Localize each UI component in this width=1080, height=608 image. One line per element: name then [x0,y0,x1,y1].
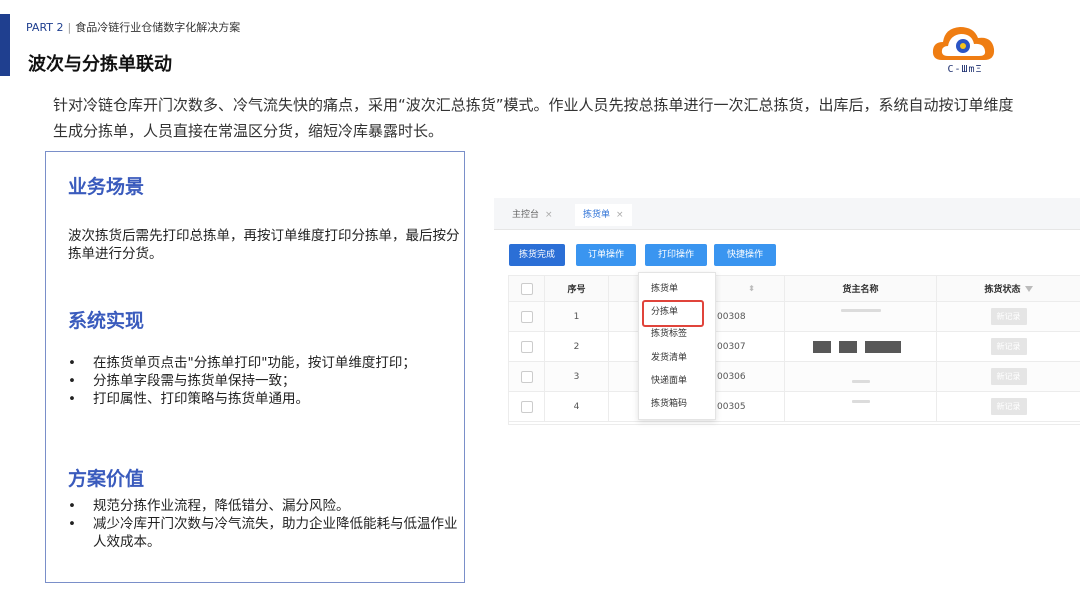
order-code: 00306 [717,371,746,382]
menu-item-picking-list[interactable]: 拣货单 [639,279,717,299]
row-checkbox[interactable] [520,310,533,323]
row-checkbox[interactable] [520,340,533,353]
select-all-cell [509,276,545,301]
row-select [509,392,545,421]
accent-bar [0,14,10,76]
deck-subtitle: 食品冷链行业仓储数字化解决方案 [75,21,241,34]
redacted-block [812,340,831,353]
print-operations-button[interactable]: 打印操作 [645,244,707,266]
redacted-block [838,340,857,353]
tab-bar: 主控台 × 拣货单 × [494,198,1080,230]
order-code: 00305 [717,401,746,412]
breadcrumb: PART 2 | 食品冷链行业仓储数字化解决方案 [26,19,240,35]
select-all-checkbox[interactable] [520,282,533,295]
logo-text: C-ШmΞ [947,64,983,75]
row-seq: 2 [545,332,609,361]
status-badge: 新记录 [990,398,1027,415]
blurred-text [851,400,870,403]
menu-item-shipping-list[interactable]: 发货清单 [639,348,717,368]
filter-icon[interactable] [1024,285,1033,292]
row-seq: 3 [545,362,609,391]
scenario-text: 波次拣货后需先打印总拣单，再按订单维度打印分拣单，最后按分拣单进行分货。 [68,228,460,262]
list-item: 分拣单字段需与拣货单保持一致； [68,372,463,390]
tab-picking-order[interactable]: 拣货单 × [575,204,632,226]
highlight-box [642,300,704,327]
separator: | [67,21,72,34]
part-label: PART 2 [26,21,64,34]
info-card: 业务场景 波次拣货后需先打印总拣单，再按订单维度打印分拣单，最后按分拣单进行分货… [45,151,465,583]
cloud-logo-icon [932,27,995,60]
close-icon[interactable]: × [616,210,624,220]
order-code: 00307 [717,341,746,352]
table-row[interactable]: 3 00306 新记录 [509,362,1080,392]
row-select [509,332,545,361]
sort-icon[interactable]: ⬍ [748,284,755,293]
row-status: 新记录 [937,332,1080,361]
row-status: 新记录 [937,392,1080,421]
row-checkbox[interactable] [520,400,533,413]
menu-item-express-waybill[interactable]: 快递面单 [639,371,717,391]
quick-operations-button[interactable]: 快捷操作 [714,244,776,266]
list-item: 规范分拣作业流程，降低错分、漏分风险。 [68,497,463,515]
page-title: 波次与分拣单联动 [28,54,172,75]
intro-paragraph: 针对冷链仓库开门次数多、冷气流失快的痛点，采用“波次汇总拣货”模式。作业人员先按… [53,96,1014,140]
table-row[interactable]: 4 00305 新记录 [509,392,1080,422]
status-badge: 新记录 [990,308,1027,325]
row-owner [785,392,937,421]
picking-table: 序号 ⬍ 货主名称 拣货状态 1 00308 新记录 2 00307 新记录 3… [508,275,1080,425]
order-operations-button[interactable]: 订单操作 [576,244,636,266]
list-item: 在拣货单页点击"分拣单打印"功能，按订单维度打印； [68,354,463,372]
column-status-label: 拣货状态 [984,285,1021,295]
menu-item-picking-label[interactable]: 拣货标签 [639,324,717,344]
blurred-text [851,380,870,383]
value-list: 规范分拣作业流程，降低错分、漏分风险。 减少冷库开门次数与冷气流失，助力企业降低… [68,497,463,551]
wms-screenshot: 主控台 × 拣货单 × 拣货完成 订单操作 打印操作 快捷操作 序号 ⬍ 货主名称 … [494,198,1080,426]
blurred-text [840,309,881,312]
row-seq: 4 [545,392,609,421]
row-owner [785,362,937,391]
row-select [509,302,545,331]
column-status: 拣货状态 [937,276,1080,301]
table-row[interactable]: 1 00308 新记录 [509,302,1080,332]
row-owner [785,332,937,361]
value-title: 方案价值 [68,468,145,490]
row-owner [785,302,937,331]
table-header: 序号 ⬍ 货主名称 拣货状态 [509,276,1080,302]
implementation-title: 系统实现 [68,310,145,332]
tab-dashboard[interactable]: 主控台 × [504,204,561,226]
row-select [509,362,545,391]
close-icon[interactable]: × [545,210,553,220]
row-status: 新记录 [937,302,1080,331]
table-row[interactable]: 2 00307 新记录 [509,332,1080,362]
row-checkbox[interactable] [520,370,533,383]
tab-label: 主控台 [512,210,540,220]
row-seq: 1 [545,302,609,331]
status-badge: 新记录 [990,338,1027,355]
column-owner: 货主名称 [785,276,937,301]
list-item: 减少冷库开门次数与冷气流失，助力企业降低能耗与低温作业人效成本。 [68,515,463,551]
menu-item-picking-box-code[interactable]: 拣货箱码 [639,394,717,414]
status-badge: 新记录 [990,368,1027,385]
row-status: 新记录 [937,362,1080,391]
column-seq: 序号 [545,276,609,301]
print-operations-menu: 拣货单 分拣单 拣货标签 发货清单 快递面单 拣货箱码 [638,272,716,420]
tab-label: 拣货单 [583,210,611,220]
redacted-block [864,340,901,353]
list-item: 打印属性、打印策略与拣货单通用。 [68,390,463,408]
brand-logo: C-ШmΞ [930,22,1000,78]
complete-picking-button[interactable]: 拣货完成 [509,244,565,266]
implementation-list: 在拣货单页点击"分拣单打印"功能，按订单维度打印； 分拣单字段需与拣货单保持一致… [68,354,463,408]
order-code: 00308 [717,311,746,322]
scenario-title: 业务场景 [68,176,145,198]
